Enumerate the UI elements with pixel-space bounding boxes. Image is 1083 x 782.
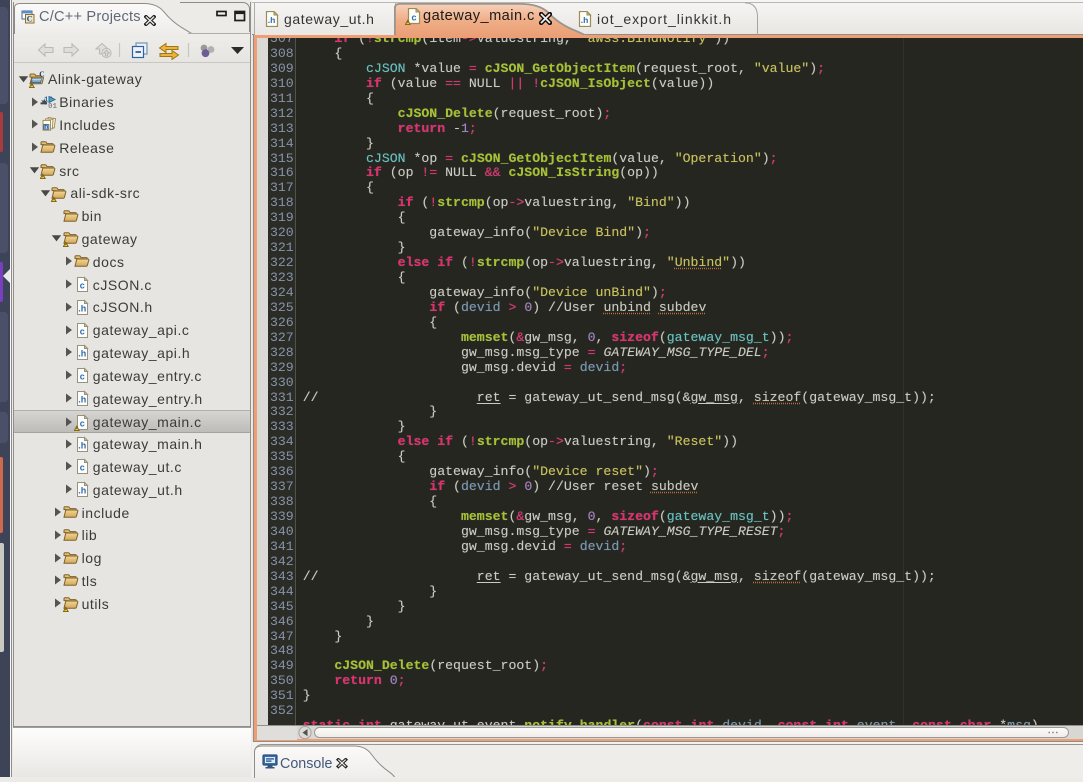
svg-text:C: C xyxy=(27,14,33,24)
svg-text:c: c xyxy=(411,12,416,22)
svg-text:.h: .h xyxy=(268,15,276,25)
svg-text:.h: .h xyxy=(581,15,589,25)
